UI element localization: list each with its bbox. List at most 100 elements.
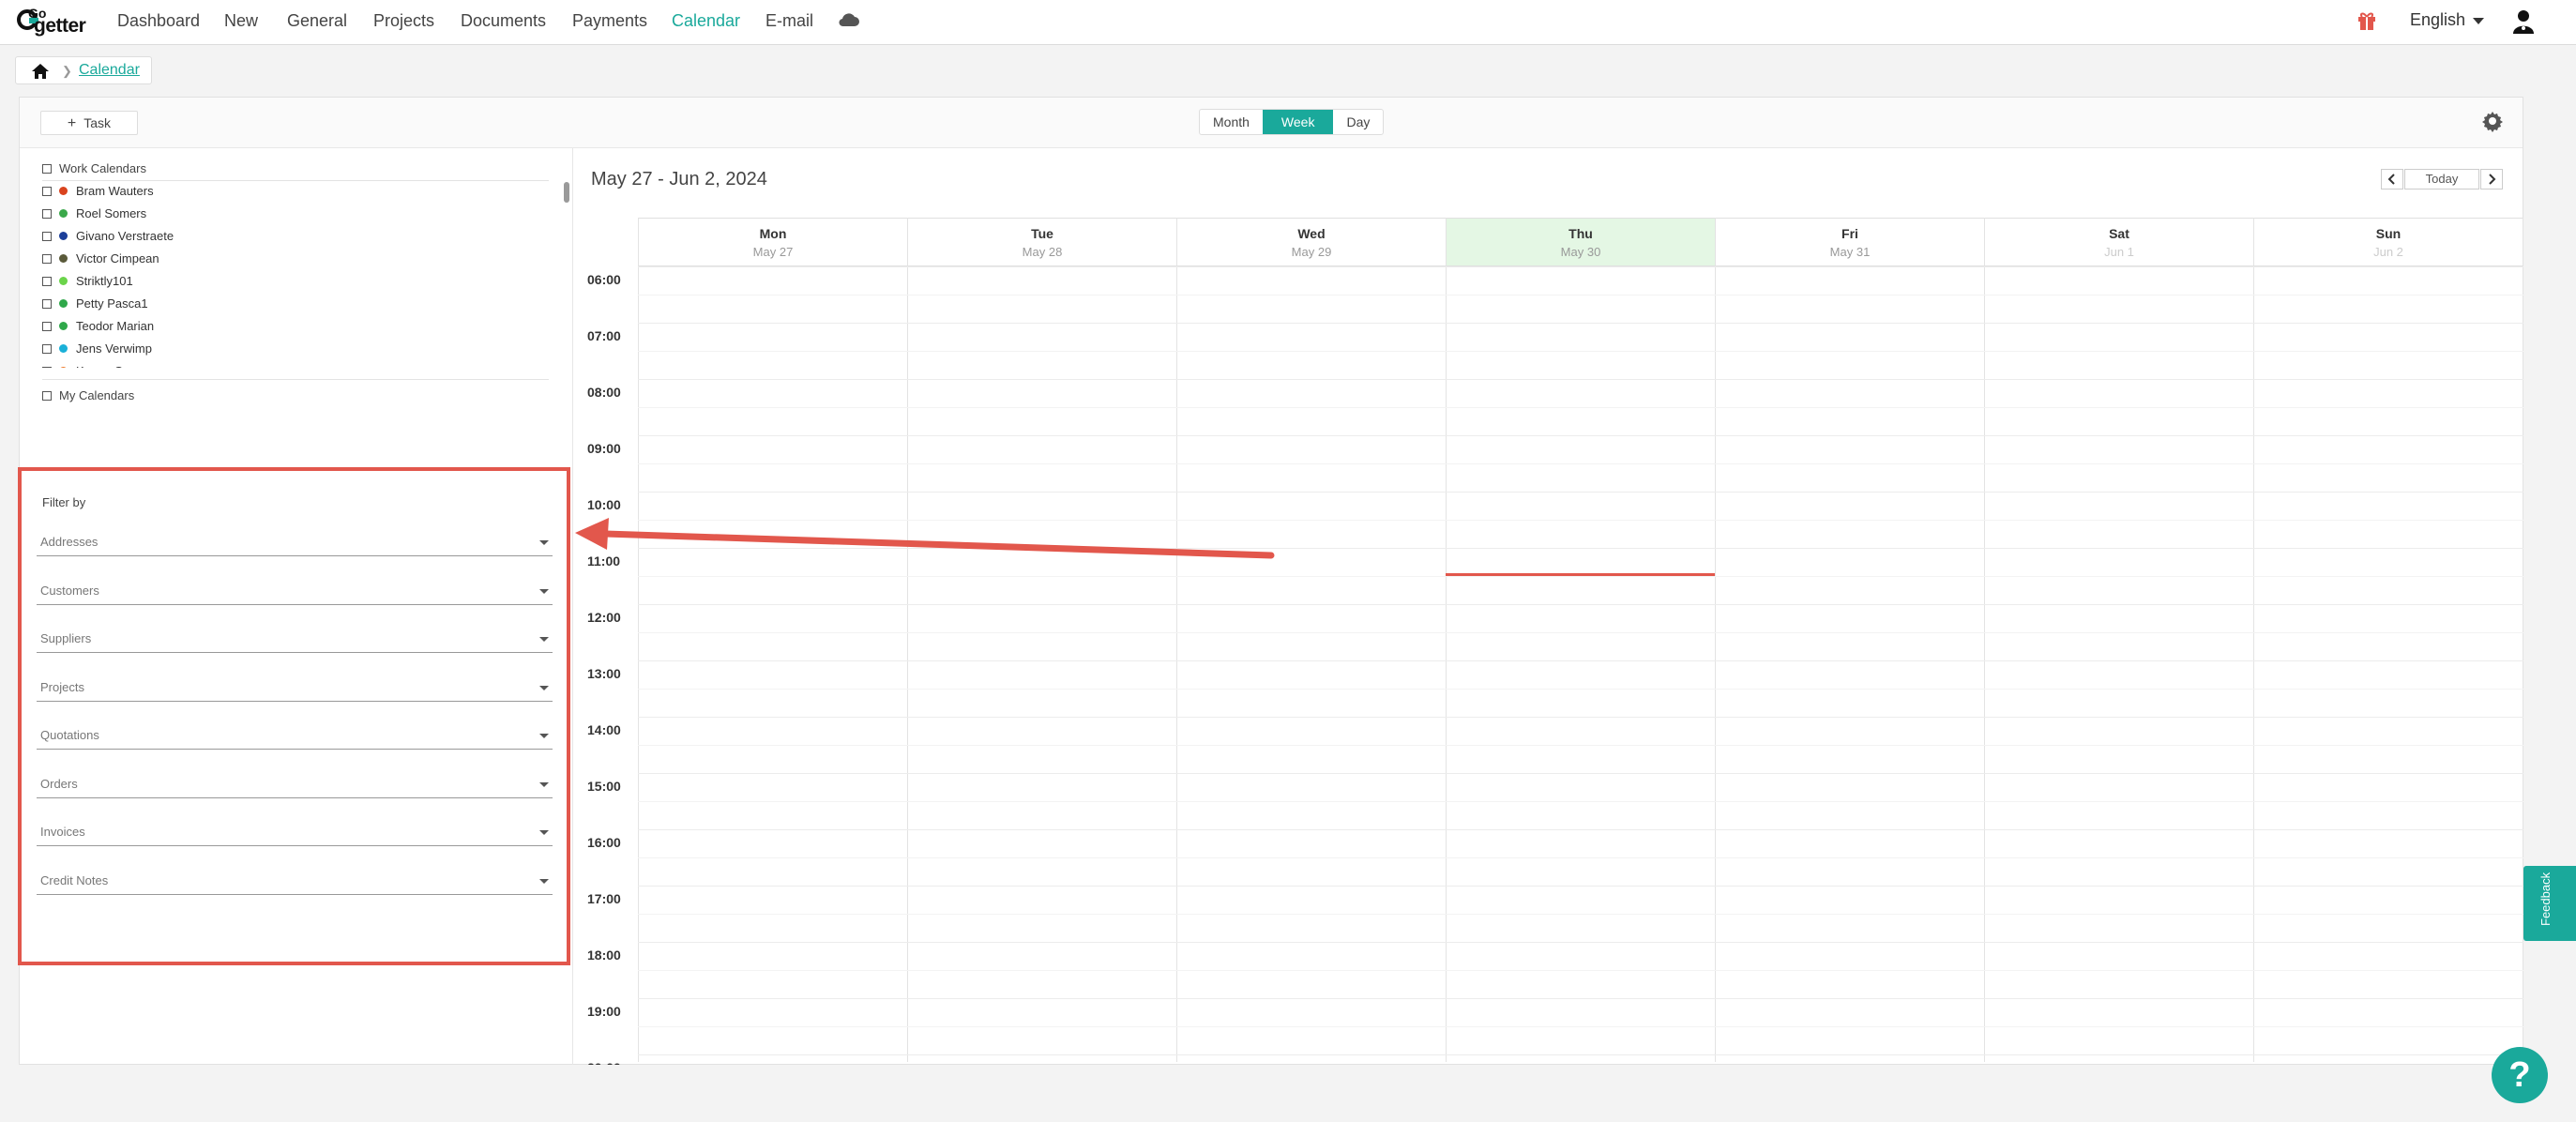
checkbox[interactable]	[42, 187, 52, 196]
checkbox[interactable]	[42, 209, 52, 219]
day-name: Thu	[1568, 226, 1593, 241]
add-task-button[interactable]: + Task	[40, 111, 138, 135]
view-week-button[interactable]: Week	[1262, 110, 1334, 134]
day-header-tue[interactable]: Tue May 28	[907, 218, 1176, 266]
feedback-tab[interactable]: Feedback	[2523, 866, 2576, 941]
nav-documents[interactable]: Documents	[461, 9, 546, 32]
checkbox[interactable]	[42, 367, 52, 368]
nav-projects[interactable]: Projects	[373, 9, 434, 32]
half-hour-line	[638, 576, 2523, 577]
filter-dropdown-quotations[interactable]: Quotations	[37, 722, 553, 750]
filter-dropdown-orders[interactable]: Orders	[37, 771, 553, 798]
breadcrumb-calendar-link[interactable]: Calendar	[79, 62, 140, 79]
hour-line	[638, 379, 2523, 380]
plus-icon: +	[67, 115, 77, 131]
calendar-name: Jens Verwimp	[76, 341, 152, 356]
filter-dropdown-customers[interactable]: Customers	[37, 578, 553, 605]
checkbox[interactable]	[42, 254, 52, 264]
filter-dropdown-suppliers[interactable]: Suppliers	[37, 626, 553, 653]
scrollbar-thumb[interactable]	[564, 182, 569, 203]
half-hour-line	[638, 745, 2523, 746]
chevron-right-icon	[2489, 174, 2496, 185]
calendar-list-item[interactable]: Kenny Geys	[42, 360, 549, 368]
hour-line	[638, 773, 2523, 774]
hour-line	[638, 604, 2523, 605]
calendar-list-item[interactable]: Striktly101	[42, 270, 549, 293]
nav-calendar[interactable]: Calendar	[672, 9, 740, 32]
calendar-list-item[interactable]: Bram Wauters	[42, 180, 549, 203]
gift-icon[interactable]	[2356, 10, 2377, 31]
calendar-name: Givano Verstraete	[76, 229, 174, 243]
calendar-color-dot	[59, 322, 68, 330]
day-header-thu[interactable]: Thu May 30	[1446, 218, 1715, 266]
half-hour-line	[638, 801, 2523, 802]
cloud-icon[interactable]	[838, 10, 860, 27]
calendar-color-dot	[59, 277, 68, 285]
calendar-list-item[interactable]: Petty Pasca1	[42, 293, 549, 315]
filter-label: Orders	[40, 776, 78, 791]
calendar-color-dot	[59, 254, 68, 263]
checkbox[interactable]	[42, 164, 52, 174]
day-name: Sun	[2375, 226, 2402, 241]
work-calendars-group[interactable]: Work Calendars	[42, 161, 146, 175]
filter-dropdown-projects[interactable]: Projects	[37, 675, 553, 702]
gogetter-logo[interactable]: Go getter	[17, 6, 90, 38]
nav-email[interactable]: E-mail	[765, 9, 813, 32]
calendar-color-dot	[59, 367, 68, 368]
calendar-name: Victor Cimpean	[76, 251, 159, 265]
day-header-fri[interactable]: Fri May 31	[1715, 218, 1984, 266]
gear-icon[interactable]	[2481, 110, 2504, 132]
prev-week-button[interactable]	[2381, 169, 2403, 190]
nav-dashboard[interactable]: Dashboard	[117, 9, 200, 32]
filter-label: Projects	[40, 679, 84, 694]
help-button[interactable]: ?	[2492, 1047, 2548, 1103]
calendar-name: Petty Pasca1	[76, 296, 148, 311]
nav-payments[interactable]: Payments	[572, 9, 647, 32]
half-hour-line	[638, 407, 2523, 408]
calendar-list-item[interactable]: Givano Verstraete	[42, 225, 549, 248]
calendar-name: Roel Somers	[76, 206, 147, 220]
day-name: Sat	[2109, 226, 2129, 241]
hour-line	[638, 717, 2523, 718]
checkbox[interactable]	[42, 277, 52, 286]
calendar-list-item[interactable]: Jens Verwimp	[42, 338, 549, 360]
time-label: 19:00	[587, 1004, 621, 1019]
calendar-list-scroll[interactable]: Work Calendars Bram Wauters Roel Somers Gi…	[20, 148, 572, 420]
annotation-arrow	[575, 518, 1275, 559]
calendar-panel: + Task Month Week Day Work Calendars Bram…	[18, 97, 2523, 1065]
view-month-button[interactable]: Month	[1200, 110, 1263, 134]
calendar-name: Kenny Geys	[76, 364, 143, 368]
filter-dropdown-addresses[interactable]: Addresses	[37, 529, 553, 556]
day-header-sun[interactable]: Sun Jun 2	[2253, 218, 2523, 266]
my-calendars-group[interactable]: My Calendars	[42, 388, 134, 402]
filter-label: Credit Notes	[40, 872, 109, 887]
hour-line	[638, 660, 2523, 661]
day-date: Jun 1	[2104, 245, 2134, 259]
day-date: May 30	[1560, 245, 1601, 259]
week-grid[interactable]: Mon May 27 Tue May 28 Wed May 29 Thu May 30 Fri M…	[572, 218, 2523, 1065]
view-day-button[interactable]: Day	[1333, 110, 1383, 134]
day-header-wed[interactable]: Wed May 29	[1176, 218, 1446, 266]
checkbox[interactable]	[42, 232, 52, 241]
calendar-list-item[interactable]: Roel Somers	[42, 203, 549, 225]
home-icon[interactable]	[31, 63, 50, 80]
nav-new[interactable]: New	[224, 9, 258, 32]
time-label: 16:00	[587, 835, 621, 850]
language-selector[interactable]: English	[2410, 10, 2485, 30]
next-week-button[interactable]	[2480, 169, 2503, 190]
checkbox[interactable]	[42, 322, 52, 331]
day-date: May 27	[752, 245, 794, 259]
today-button[interactable]: Today	[2404, 169, 2479, 190]
checkbox[interactable]	[42, 299, 52, 309]
day-header-sat[interactable]: Sat Jun 1	[1984, 218, 2253, 266]
time-label: 08:00	[587, 385, 621, 400]
filter-dropdown-invoices[interactable]: Invoices	[37, 819, 553, 846]
checkbox[interactable]	[42, 391, 52, 401]
day-header-mon[interactable]: Mon May 27	[638, 218, 907, 266]
user-avatar-icon[interactable]	[2512, 9, 2535, 34]
checkbox[interactable]	[42, 344, 52, 354]
nav-general[interactable]: General	[287, 9, 347, 32]
filter-dropdown-credit-notes[interactable]: Credit Notes	[37, 868, 553, 895]
calendar-list-item[interactable]: Victor Cimpean	[42, 248, 549, 270]
calendar-list-item[interactable]: Teodor Marian	[42, 315, 549, 338]
